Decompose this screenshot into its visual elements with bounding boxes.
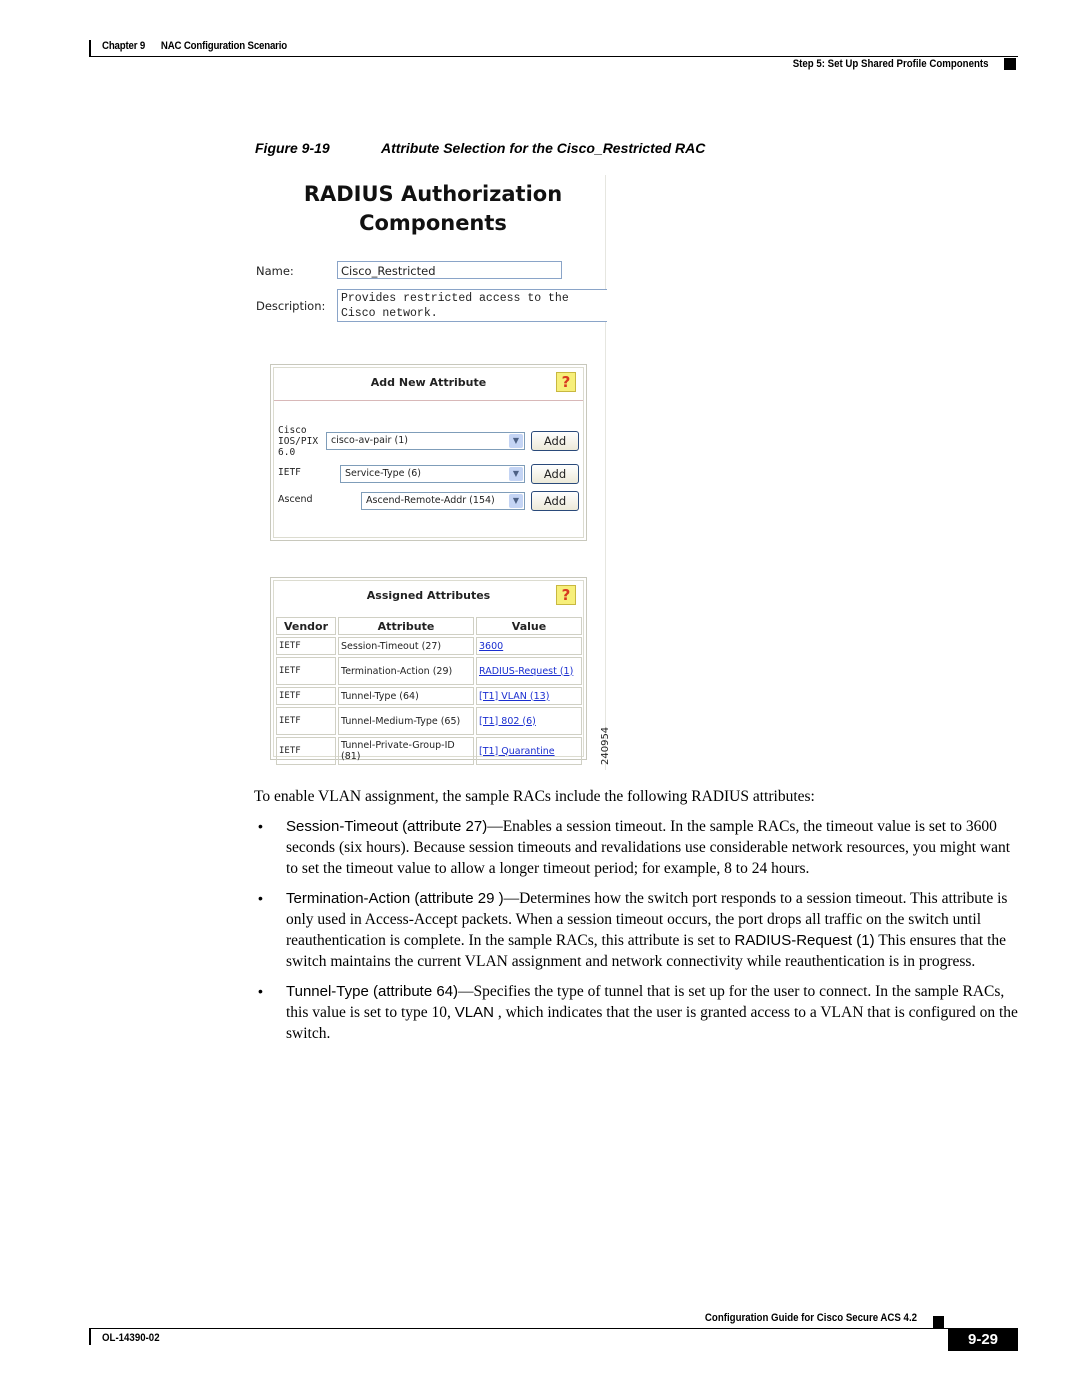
figure-screenshot: RADIUS Authorization Components Name: Ci… [245,172,607,770]
assigned-attributes-panel: Assigned Attributes ? Vendor Attribute V… [270,577,587,765]
figure-id: 240954 [600,726,611,765]
column-header-vendor: Vendor [276,617,336,635]
screen-title-line2: Components [359,211,507,235]
vendor-label: IETF [278,467,301,478]
column-header-attribute: Attribute [338,617,474,635]
document-number: OL-14390-02 [102,1332,160,1344]
chevron-down-icon: ▼ [509,467,523,481]
figure-border [605,175,606,770]
bullet-term: Termination-Action (attribute 29 ) [286,890,504,907]
chevron-down-icon: ▼ [509,494,523,508]
panel-title: Assigned Attributes [366,589,491,602]
attribute-cell: Tunnel-Medium-Type (65) [338,707,474,735]
table-row: IETF Tunnel-Type (64) [T1] VLAN (13) [276,687,582,705]
value-link[interactable]: [T1] 802 (6) [479,716,536,727]
inline-term: VLAN [454,1004,494,1021]
page-number: 9-29 [948,1329,1018,1351]
attribute-cell: Termination-Action (29) [338,657,474,685]
footer-bar [89,1328,91,1345]
value-cell: [T1] Quarantine [476,737,582,765]
description-label: Description: [256,299,326,313]
attribute-cell: Tunnel-Type (64) [338,687,474,705]
vendor-cell: IETF [276,637,336,655]
add-button-ascend[interactable]: Add [531,491,579,511]
bullet-term: Session-Timeout (attribute 27) [286,818,488,835]
bullet-icon: • [258,890,263,906]
figure-caption-text: Attribute Selection for the Cisco_Restri… [381,140,706,156]
value-cell: [T1] VLAN (13) [476,687,582,705]
bullet-icon: • [258,818,263,834]
footer-rule [89,1328,1018,1329]
list-item: • Session-Timeout (attribute 27)—Enables… [254,816,1018,879]
attribute-cell: Session-Timeout (27) [338,637,474,655]
table-row: IETF Tunnel-Private-Group-ID (81) [T1] Q… [276,737,582,765]
value-link[interactable]: [T1] Quarantine [479,746,555,757]
add-new-attribute-panel: Add New Attribute ? Cisco IOS/PIX 6.0 ci… [270,364,587,541]
screen-title-line1: RADIUS Authorization [303,182,563,206]
intro-paragraph: To enable VLAN assignment, the sample RA… [254,788,815,805]
screen-title: RADIUS Authorization Components [283,180,583,238]
add-button-cisco[interactable]: Add [531,431,579,451]
panel-header: Add New Attribute ? [274,368,583,401]
attribute-select-cisco[interactable]: cisco-av-pair (1) ▼ [326,432,525,450]
value-link[interactable]: 3600 [479,641,503,652]
vendor-cell: IETF [276,707,336,735]
vendor-cell: IETF [276,737,336,765]
attribute-select-ietf[interactable]: Service-Type (6) ▼ [340,465,525,483]
vendor-label: Cisco IOS/PIX 6.0 [278,425,319,458]
attribute-row-cisco: Cisco IOS/PIX 6.0 cisco-av-pair (1) ▼ Ad… [278,423,583,459]
inline-term: RADIUS-Request (1) [734,932,875,949]
header-marker [1004,58,1016,70]
table-row: IETF Tunnel-Medium-Type (65) [T1] 802 (6… [276,707,582,735]
question-mark-icon[interactable]: ? [556,372,576,392]
selected-value: cisco-av-pair (1) [331,435,408,446]
bullet-term: Tunnel-Type (attribute 64) [286,983,459,1000]
header-rule [89,56,1018,57]
bullet-icon: • [258,983,263,999]
value-cell: [T1] 802 (6) [476,707,582,735]
add-button-ietf[interactable]: Add [531,464,579,484]
chapter-heading: Chapter 9 NAC Configuration Scenario [102,40,287,52]
section-title: Step 5: Set Up Shared Profile Components [792,58,988,70]
assigned-attributes-table: Vendor Attribute Value IETF Session-Time… [274,615,584,767]
figure-number: Figure 9-19 [255,140,330,156]
column-header-value: Value [476,617,582,635]
attribute-row-ietf: IETF Service-Type (6) ▼ Add [278,463,583,485]
value-link[interactable]: RADIUS-Request (1) [479,666,573,677]
panel-title: Add New Attribute [370,376,487,389]
header-bar [89,40,91,57]
attribute-select-ascend[interactable]: Ascend-Remote-Addr (154) ▼ [361,492,525,510]
selected-value: Service-Type (6) [345,468,421,479]
value-cell: 3600 [476,637,582,655]
attribute-row-ascend: Ascend Ascend-Remote-Addr (154) ▼ Add [278,490,583,512]
vendor-cell: IETF [276,687,336,705]
panel-header: Assigned Attributes ? [274,581,583,613]
vendor-label: Ascend [278,494,313,505]
table-row: IETF Session-Timeout (27) 3600 [276,637,582,655]
selected-value: Ascend-Remote-Addr (154) [366,495,495,506]
list-item: • Termination-Action (attribute 29 )—Det… [254,888,1018,972]
value-link[interactable]: [T1] VLAN (13) [479,691,549,702]
attribute-list: • Session-Timeout (attribute 27)—Enables… [254,816,1018,1053]
list-item: • Tunnel-Type (attribute 64)—Specifies t… [254,981,1018,1044]
name-label: Name: [256,264,294,278]
chevron-down-icon: ▼ [509,434,523,448]
guide-title: Configuration Guide for Cisco Secure ACS… [704,1312,917,1324]
chapter-number: Chapter 9 [102,40,146,52]
vendor-cell: IETF [276,657,336,685]
description-input[interactable]: Provides restricted access to the Cisco … [337,289,607,322]
question-mark-icon[interactable]: ? [556,585,576,605]
footer-marker [933,1316,944,1328]
figure-caption: Figure 9-19 Attribute Selection for the C… [255,140,705,156]
attribute-cell: Tunnel-Private-Group-ID (81) [338,737,474,765]
value-cell: RADIUS-Request (1) [476,657,582,685]
chapter-title: NAC Configuration Scenario [160,40,288,52]
name-input[interactable]: Cisco_Restricted [337,261,562,279]
table-row: IETF Termination-Action (29) RADIUS-Requ… [276,657,582,685]
